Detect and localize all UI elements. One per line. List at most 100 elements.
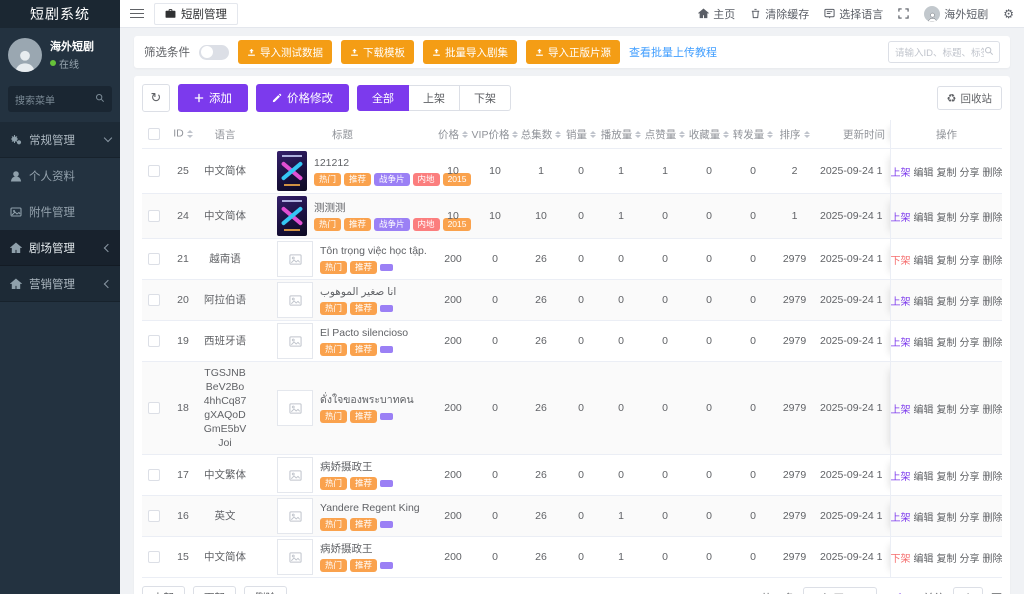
next-page-button[interactable]: › bbox=[911, 591, 915, 594]
column-header[interactable]: 点赞量 bbox=[643, 120, 687, 149]
column-header[interactable]: 排序 bbox=[775, 120, 814, 149]
table-search-input[interactable]: 请输入ID、标题、标签 bbox=[888, 41, 1000, 63]
add-button[interactable]: 添加 bbox=[178, 84, 248, 112]
row-action-link[interactable]: 删除 bbox=[983, 509, 1003, 524]
sidebar-item-general-management[interactable]: 常规管理 bbox=[0, 122, 120, 158]
column-header[interactable]: ID bbox=[166, 120, 200, 149]
row-checkbox[interactable] bbox=[148, 335, 160, 347]
row-action-link[interactable]: 复制 bbox=[937, 401, 957, 416]
row-action-link[interactable]: 编辑 bbox=[914, 209, 934, 224]
sidebar-item-profile[interactable]: 个人资料 bbox=[0, 158, 120, 194]
row-action-link[interactable]: 删除 bbox=[983, 293, 1003, 308]
batch-on-shelf-button[interactable]: 上架 bbox=[142, 586, 185, 594]
row-checkbox[interactable] bbox=[148, 165, 160, 177]
row-action-link[interactable]: 编辑 bbox=[914, 252, 934, 267]
poster-thumbnail[interactable] bbox=[277, 196, 307, 236]
row-action-link[interactable]: 编辑 bbox=[914, 334, 934, 349]
column-header[interactable]: 总集数 bbox=[519, 120, 563, 149]
row-action-link[interactable]: 编辑 bbox=[914, 550, 934, 565]
row-action-link[interactable]: 分享 bbox=[960, 550, 980, 565]
row-action-link[interactable]: 分享 bbox=[960, 164, 980, 179]
refresh-button[interactable]: ↻ bbox=[142, 84, 170, 112]
row-action-link[interactable]: 分享 bbox=[960, 252, 980, 267]
sort-icon[interactable] bbox=[635, 128, 641, 142]
row-action-link[interactable]: 分享 bbox=[960, 293, 980, 308]
segment-all[interactable]: 全部 bbox=[357, 85, 409, 111]
row-action-link[interactable]: 编辑 bbox=[914, 509, 934, 524]
sort-icon[interactable] bbox=[679, 128, 685, 142]
import-test-data-button[interactable]: 导入测试数据 bbox=[238, 40, 332, 64]
broken-image-icon[interactable] bbox=[277, 390, 313, 426]
filter-toggle[interactable] bbox=[199, 45, 229, 60]
broken-image-icon[interactable] bbox=[277, 498, 313, 534]
recycle-bin-button[interactable]: ♻ 回收站 bbox=[937, 86, 1002, 110]
sort-icon[interactable] bbox=[512, 128, 518, 142]
on-shelf-action[interactable]: 上架 bbox=[891, 164, 911, 179]
row-action-link[interactable]: 编辑 bbox=[914, 293, 934, 308]
poster-thumbnail[interactable] bbox=[277, 151, 307, 191]
row-action-link[interactable]: 删除 bbox=[983, 209, 1003, 224]
on-shelf-action[interactable]: 上架 bbox=[891, 209, 911, 224]
on-shelf-action[interactable]: 上架 bbox=[891, 509, 911, 524]
sort-icon[interactable] bbox=[462, 128, 468, 142]
row-action-link[interactable]: 复制 bbox=[937, 550, 957, 565]
tab-short-drama-management[interactable]: 短剧管理 bbox=[154, 3, 238, 25]
sort-icon[interactable] bbox=[590, 128, 596, 142]
row-action-link[interactable]: 删除 bbox=[983, 252, 1003, 267]
off-shelf-action[interactable]: 下架 bbox=[891, 550, 911, 565]
segment-off-shelf[interactable]: 下架 bbox=[460, 85, 511, 111]
table-scroll-area[interactable]: ID语言标题价格VIP价格总集数销量播放量点赞量收藏量转发量排序更新时间操作 2… bbox=[142, 120, 1002, 578]
sort-icon[interactable] bbox=[767, 128, 773, 142]
select-all-checkbox[interactable] bbox=[148, 128, 160, 140]
batch-delete-button[interactable]: 删除 bbox=[244, 586, 287, 594]
clear-cache-button[interactable]: 清除缓存 bbox=[750, 6, 809, 22]
row-action-link[interactable]: 删除 bbox=[983, 164, 1003, 179]
row-checkbox[interactable] bbox=[148, 253, 160, 265]
row-action-link[interactable]: 删除 bbox=[983, 550, 1003, 565]
on-shelf-action[interactable]: 上架 bbox=[891, 293, 911, 308]
column-header[interactable]: 播放量 bbox=[599, 120, 643, 149]
row-action-link[interactable]: 分享 bbox=[960, 509, 980, 524]
fullscreen-button[interactable] bbox=[898, 8, 909, 19]
row-action-link[interactable]: 复制 bbox=[937, 468, 957, 483]
goto-page-input[interactable] bbox=[953, 587, 983, 594]
user-menu[interactable]: 海外短剧 bbox=[924, 6, 988, 22]
sidebar-item-attachments[interactable]: 附件管理 bbox=[0, 194, 120, 230]
column-header[interactable]: 价格 bbox=[435, 120, 471, 149]
broken-image-icon[interactable] bbox=[277, 241, 313, 277]
row-action-link[interactable]: 复制 bbox=[937, 164, 957, 179]
row-action-link[interactable]: 编辑 bbox=[914, 401, 934, 416]
on-shelf-action[interactable]: 上架 bbox=[891, 468, 911, 483]
page-size-select[interactable]: 10条/页 bbox=[803, 587, 877, 594]
row-action-link[interactable]: 删除 bbox=[983, 334, 1003, 349]
batch-off-shelf-button[interactable]: 下架 bbox=[193, 586, 236, 594]
sidebar-search-input[interactable]: 搜索菜单 bbox=[8, 86, 112, 112]
sort-icon[interactable] bbox=[555, 128, 561, 142]
batch-import-episodes-button[interactable]: 批量导入剧集 bbox=[423, 40, 517, 64]
broken-image-icon[interactable] bbox=[277, 539, 313, 575]
on-shelf-action[interactable]: 上架 bbox=[891, 401, 911, 416]
row-checkbox[interactable] bbox=[148, 469, 160, 481]
row-checkbox[interactable] bbox=[148, 402, 160, 414]
row-action-link[interactable]: 复制 bbox=[937, 293, 957, 308]
sidebar-item-marketing-management[interactable]: 营销管理 bbox=[0, 266, 120, 302]
row-action-link[interactable]: 分享 bbox=[960, 334, 980, 349]
batch-upload-tutorial-link[interactable]: 查看批量上传教程 bbox=[629, 44, 717, 60]
row-action-link[interactable]: 复制 bbox=[937, 334, 957, 349]
row-checkbox[interactable] bbox=[148, 294, 160, 306]
download-template-button[interactable]: 下载模板 bbox=[341, 40, 414, 64]
column-header[interactable]: 收藏量 bbox=[687, 120, 731, 149]
broken-image-icon[interactable] bbox=[277, 457, 313, 493]
row-checkbox[interactable] bbox=[148, 210, 160, 222]
row-action-link[interactable]: 复制 bbox=[937, 509, 957, 524]
row-checkbox[interactable] bbox=[148, 510, 160, 522]
row-action-link[interactable]: 删除 bbox=[983, 401, 1003, 416]
hamburger-menu-icon[interactable] bbox=[130, 9, 144, 19]
user-avatar[interactable] bbox=[8, 38, 42, 72]
sidebar-item-theater-management[interactable]: 剧场管理 bbox=[0, 230, 120, 266]
broken-image-icon[interactable] bbox=[277, 282, 313, 318]
row-action-link[interactable]: 编辑 bbox=[914, 468, 934, 483]
sort-icon[interactable] bbox=[187, 127, 193, 141]
home-button[interactable]: 主页 bbox=[698, 6, 735, 22]
row-action-link[interactable]: 分享 bbox=[960, 209, 980, 224]
